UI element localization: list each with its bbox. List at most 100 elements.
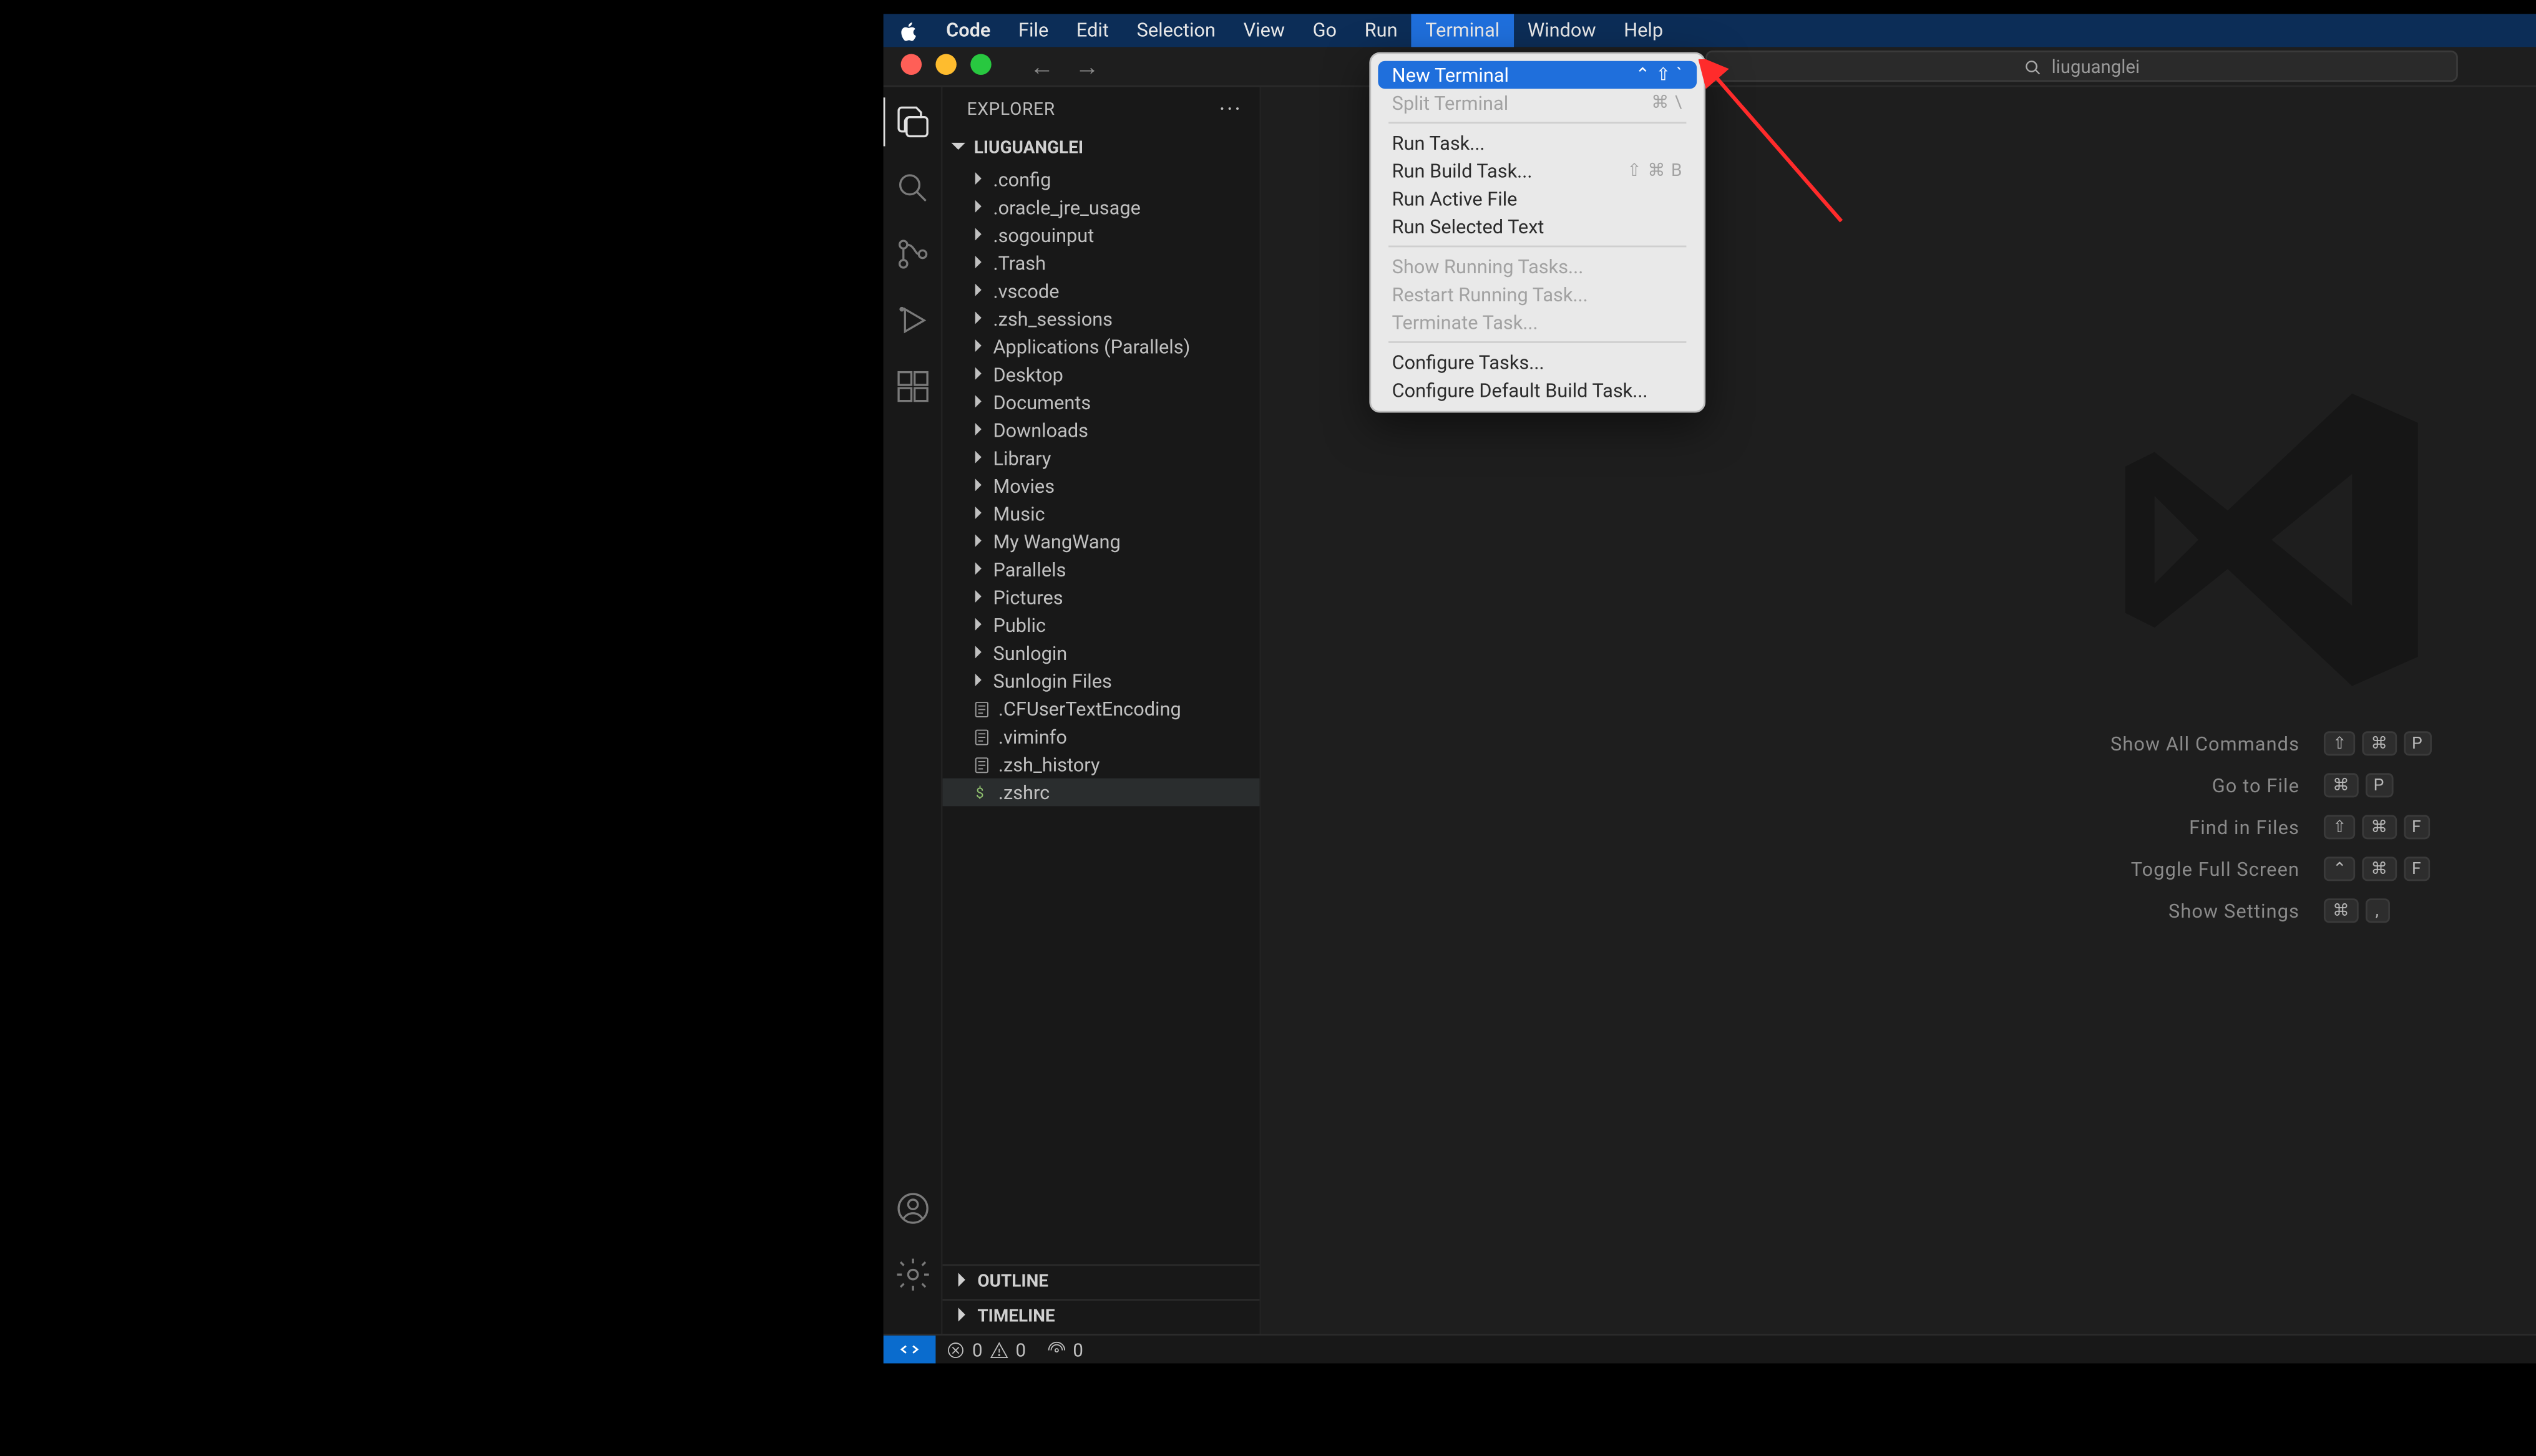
mac-menu-file[interactable]: File — [1005, 14, 1063, 47]
command-center-search[interactable]: liuguanglei — [1705, 51, 2458, 82]
folder-item[interactable]: Applications (Parallels) — [943, 332, 1260, 361]
file-label: .CFUserTextEncoding — [998, 697, 1181, 720]
menu-item[interactable]: Run Active File — [1378, 185, 1697, 213]
key-icon: ⌘ — [2324, 774, 2358, 798]
menu-item-shortcut: ⌃ ⇧ ` — [1636, 66, 1683, 85]
folder-item[interactable]: .oracle_jre_usage — [943, 193, 1260, 221]
terminal-dropdown-menu: New Terminal⌃ ⇧ `Split Terminal⌘ \Run Ta… — [1369, 52, 1705, 413]
timeline-label: TIMELINE — [977, 1308, 1055, 1327]
shortcut-label: Find in Files — [2110, 816, 2299, 838]
file-item[interactable]: .CFUserTextEncoding — [943, 695, 1260, 723]
folder-label: Documents — [993, 391, 1091, 414]
file-item[interactable]: .zsh_history — [943, 750, 1260, 779]
menu-item-shortcut: ⇧ ⌘ B — [1627, 161, 1683, 180]
shortcut-keys: ⌃⌘F — [2324, 857, 2431, 881]
file-label: .zshrc — [998, 781, 1050, 803]
key-icon: ⌘ — [2362, 857, 2396, 881]
menu-item-label: Configure Default Build Task... — [1392, 379, 1648, 401]
menu-item[interactable]: Run Selected Text — [1378, 213, 1697, 241]
shortcut-keys: ⌘P — [2324, 774, 2431, 798]
folder-item[interactable]: Sunlogin Files — [943, 667, 1260, 695]
menu-item: Restart Running Task... — [1378, 281, 1697, 309]
shortcut-label: Toggle Full Screen — [2110, 858, 2299, 880]
folder-item[interactable]: Sunlogin — [943, 639, 1260, 667]
folder-item[interactable]: My WangWang — [943, 528, 1260, 556]
key-icon: , — [2365, 899, 2389, 923]
mac-menu-terminal[interactable]: Terminal — [1412, 14, 1514, 47]
svg-text:$: $ — [975, 784, 983, 801]
folder-item[interactable]: .zsh_sessions — [943, 305, 1260, 333]
timeline-section[interactable]: TIMELINE — [943, 1299, 1260, 1334]
menu-item[interactable]: Run Build Task... ⇧ ⌘ B — [1378, 157, 1697, 185]
folder-label: Applications (Parallels) — [993, 336, 1190, 358]
outline-section[interactable]: OUTLINE — [943, 1264, 1260, 1299]
folder-item[interactable]: Documents — [943, 389, 1260, 417]
chevron-right-icon — [970, 475, 986, 497]
explorer-more-icon[interactable]: ··· — [1219, 98, 1242, 124]
explorer-sidebar: EXPLORER ··· LIUGUANGLEI .config .oracle_… — [943, 87, 1262, 1334]
folder-item[interactable]: Desktop — [943, 361, 1260, 389]
close-window-button[interactable] — [901, 54, 922, 75]
menu-item[interactable]: Run Task... — [1378, 129, 1697, 157]
search-tab-icon[interactable] — [891, 167, 933, 209]
folder-item[interactable]: Parallels — [943, 556, 1260, 584]
mac-menu-edit[interactable]: Edit — [1063, 14, 1123, 47]
menu-item-label: Run Active File — [1392, 187, 1518, 210]
menu-item-label: Run Build Task... — [1392, 160, 1533, 182]
chevron-right-icon — [970, 503, 986, 525]
mac-menu-window[interactable]: Window — [1514, 14, 1610, 47]
folder-item[interactable]: Music — [943, 500, 1260, 528]
run-debug-tab-icon[interactable] — [891, 299, 933, 341]
mac-menu-go[interactable]: Go — [1299, 14, 1350, 47]
file-item[interactable]: $ .zshrc — [943, 779, 1260, 807]
chevron-right-icon — [970, 586, 986, 609]
chevron-right-icon — [953, 1306, 970, 1329]
folder-item[interactable]: .Trash — [943, 249, 1260, 277]
folder-item[interactable]: Downloads — [943, 416, 1260, 444]
mac-menu-run[interactable]: Run — [1350, 14, 1411, 47]
explorer-header: EXPLORER ··· — [943, 87, 1260, 133]
menu-item[interactable]: Configure Default Build Task... — [1378, 376, 1697, 404]
mac-menu-selection[interactable]: Selection — [1123, 14, 1229, 47]
accounts-icon[interactable] — [891, 1188, 933, 1230]
menu-separator — [1388, 122, 1686, 124]
folder-label: .Trash — [993, 252, 1046, 274]
folder-item[interactable]: Movies — [943, 472, 1260, 500]
minimize-window-button[interactable] — [935, 54, 956, 75]
nav-forward-button[interactable]: → — [1068, 52, 1106, 81]
folder-item[interactable]: Library — [943, 444, 1260, 472]
folder-item[interactable]: Pictures — [943, 583, 1260, 611]
chevron-right-icon — [970, 279, 986, 302]
mac-menu-app[interactable]: Code — [932, 14, 1005, 47]
folder-item[interactable]: .vscode — [943, 277, 1260, 305]
mac-menu-help[interactable]: Help — [1610, 14, 1677, 47]
file-item[interactable]: .viminfo — [943, 723, 1260, 751]
key-icon: ⌃ — [2324, 857, 2355, 881]
folder-label: Music — [993, 503, 1045, 525]
menu-item-label: Split Terminal — [1392, 92, 1509, 114]
ports-status[interactable]: 0 — [1036, 1338, 1094, 1361]
menu-item[interactable]: New Terminal⌃ ⇧ ` — [1378, 61, 1697, 89]
extensions-tab-icon[interactable] — [891, 366, 933, 407]
menu-item: Terminate Task... — [1378, 308, 1697, 336]
source-control-tab-icon[interactable] — [891, 233, 933, 275]
file-icon — [970, 699, 991, 719]
menu-item[interactable]: Configure Tasks... — [1378, 349, 1697, 377]
remote-button[interactable] — [884, 1336, 936, 1364]
folder-item[interactable]: .config — [943, 165, 1260, 193]
problems-status[interactable]: 0 0 — [935, 1338, 1036, 1361]
explorer-tab-icon[interactable] — [891, 101, 933, 143]
vscode-watermark-icon — [2088, 357, 2454, 729]
explorer-root-section[interactable]: LIUGUANGLEI — [943, 132, 1260, 165]
folder-label: Sunlogin — [993, 642, 1067, 664]
settings-gear-icon[interactable] — [891, 1254, 933, 1296]
nav-back-button[interactable]: ← — [1023, 52, 1061, 81]
mac-menu-view[interactable]: View — [1229, 14, 1299, 47]
fullscreen-window-button[interactable] — [970, 54, 991, 75]
key-icon: ⇧ — [2324, 732, 2355, 756]
folder-item[interactable]: Public — [943, 611, 1260, 639]
file-icon — [970, 726, 991, 747]
folder-label: .oracle_jre_usage — [993, 196, 1140, 218]
folder-item[interactable]: .sogouinput — [943, 221, 1260, 250]
folder-label: My WangWang — [993, 530, 1120, 553]
